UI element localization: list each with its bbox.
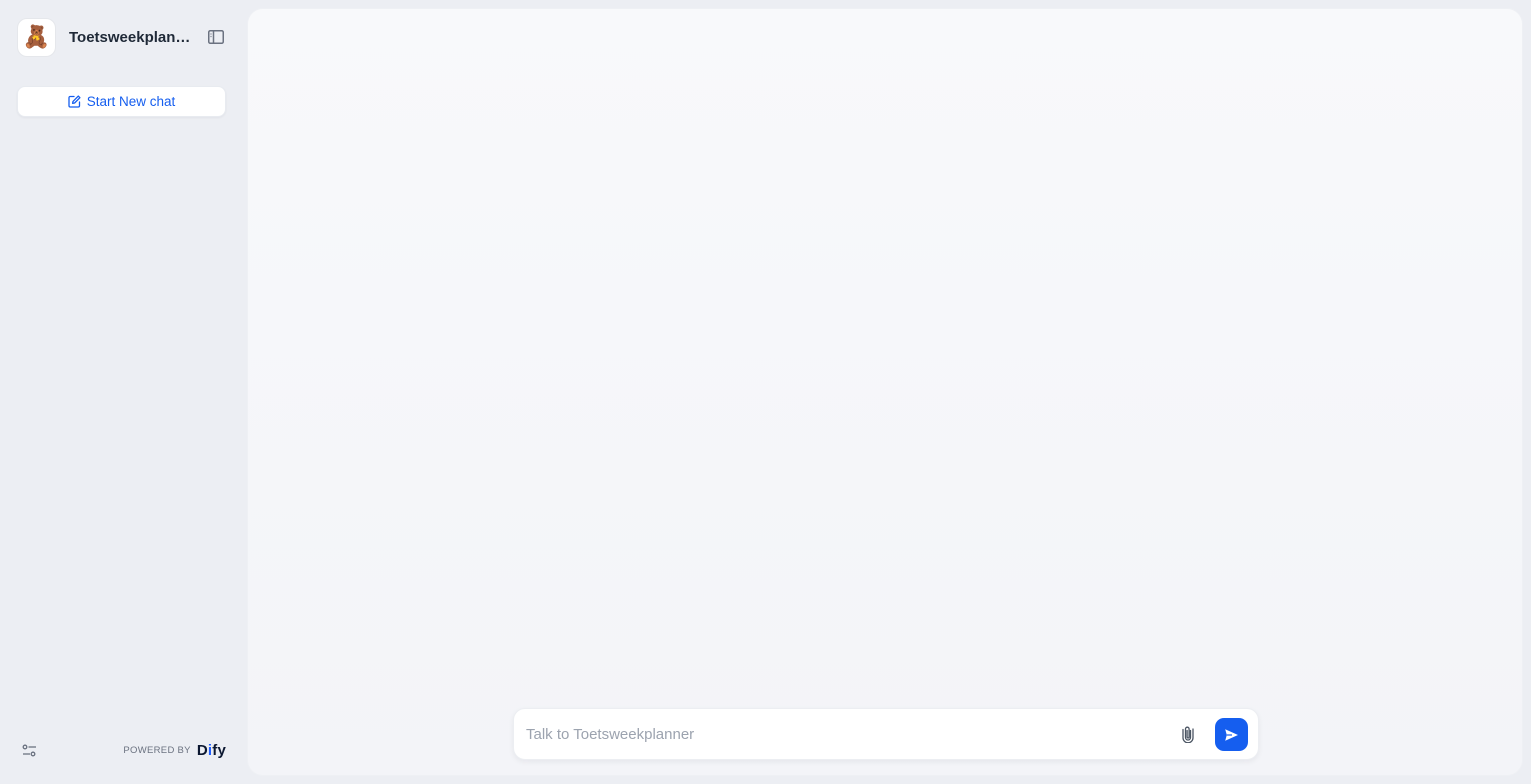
chat-composer	[513, 708, 1259, 760]
paperclip-icon	[1182, 726, 1194, 743]
powered-by: POWERED BY Dify	[123, 742, 226, 759]
sidebar: 🧸 Toetsweekplanner Start New chat POWERE…	[0, 0, 243, 784]
start-new-chat-label: Start New chat	[86, 94, 176, 109]
app-window: 🧸 Toetsweekplanner Start New chat POWERE…	[0, 0, 1531, 784]
dify-logo-part: D	[196, 741, 208, 759]
sliders-icon	[22, 744, 36, 756]
sidebar-collapse-icon	[208, 30, 224, 44]
app-title: Toetsweekplanner	[69, 28, 193, 46]
chat-panel	[247, 8, 1523, 776]
edit-square-icon	[68, 95, 81, 108]
app-avatar: 🧸	[17, 17, 56, 57]
sidebar-footer: POWERED BY Dify	[17, 738, 226, 762]
dify-logo-part: fy	[212, 741, 226, 759]
dify-logo[interactable]: Dify	[197, 742, 226, 759]
app-header: 🧸 Toetsweekplanner	[17, 17, 229, 57]
send-button[interactable]	[1215, 718, 1248, 751]
send-icon	[1225, 728, 1238, 741]
chat-input[interactable]	[526, 722, 1166, 746]
start-new-chat-button[interactable]: Start New chat	[17, 86, 226, 117]
powered-by-label: POWERED BY	[123, 744, 191, 756]
settings-button[interactable]	[17, 738, 41, 762]
sidebar-toggle-button[interactable]	[207, 28, 225, 46]
attach-file-button[interactable]	[1178, 723, 1198, 745]
